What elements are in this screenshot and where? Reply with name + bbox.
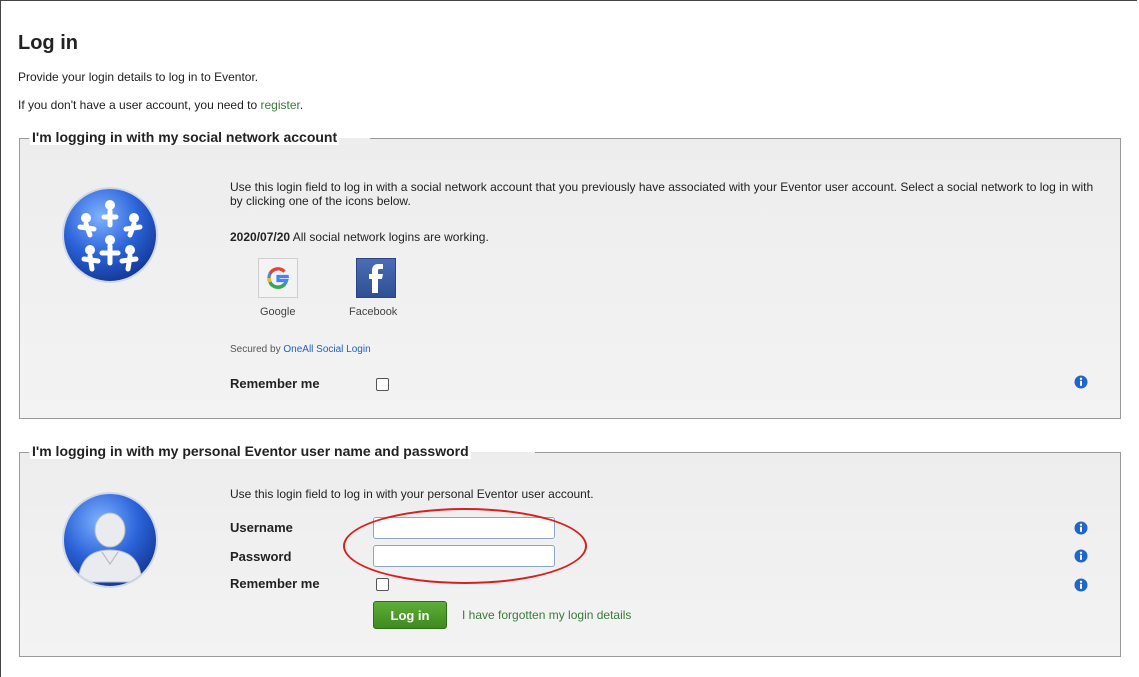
register-suffix: . — [299, 98, 304, 112]
page-title: Log in — [18, 32, 78, 54]
facebook-label: Facebook — [349, 306, 398, 318]
social-remember-checkbox[interactable] — [376, 378, 389, 391]
personal-description: Use this login field to log in with your… — [230, 487, 594, 501]
facebook-icon — [369, 264, 383, 293]
social-description: Use this login field to log in with a so… — [230, 180, 1094, 208]
register-link[interactable]: register — [260, 98, 299, 112]
secured-by-text: Secured by OneAll Social Login — [230, 344, 371, 355]
forgot-login-link[interactable]: I have forgotten my login details — [462, 608, 631, 622]
personal-legend: I'm logging in with my personal Eventor … — [30, 443, 471, 459]
status-date: 2020/07/20 — [230, 230, 291, 244]
user-avatar-icon — [62, 492, 158, 588]
facebook-login-button[interactable] — [356, 258, 396, 298]
fieldset-border — [370, 138, 1121, 139]
login-button[interactable]: Log in — [373, 601, 447, 629]
register-text: If you don't have a user account, you ne… — [18, 98, 303, 112]
social-network-icon — [62, 187, 158, 283]
fieldset-border — [535, 452, 1121, 453]
username-label: Username — [230, 520, 293, 535]
fieldset-border — [19, 452, 29, 453]
info-icon[interactable] — [1074, 521, 1088, 535]
social-legend: I'm logging in with my social network ac… — [30, 129, 340, 145]
info-icon[interactable] — [1074, 549, 1088, 563]
social-status: 2020/07/20 All social network logins are… — [230, 230, 489, 244]
oneall-link[interactable]: OneAll Social Login — [283, 344, 370, 355]
highlight-ellipse — [343, 508, 587, 584]
personal-remember-checkbox[interactable] — [376, 578, 389, 591]
intro-text: Provide your login details to log in to … — [18, 70, 259, 84]
secured-prefix: Secured by — [230, 344, 284, 355]
status-text: All social network logins are working. — [290, 230, 489, 244]
google-label: Google — [260, 306, 296, 318]
personal-remember-label: Remember me — [230, 576, 320, 591]
google-icon — [267, 267, 289, 289]
register-prefix: If you don't have a user account, you ne… — [18, 98, 261, 112]
info-icon[interactable] — [1074, 578, 1088, 592]
social-remember-label: Remember me — [230, 376, 320, 391]
password-label: Password — [230, 549, 292, 564]
info-icon[interactable] — [1074, 375, 1088, 389]
google-login-button[interactable] — [258, 258, 298, 298]
fieldset-border — [19, 138, 29, 139]
